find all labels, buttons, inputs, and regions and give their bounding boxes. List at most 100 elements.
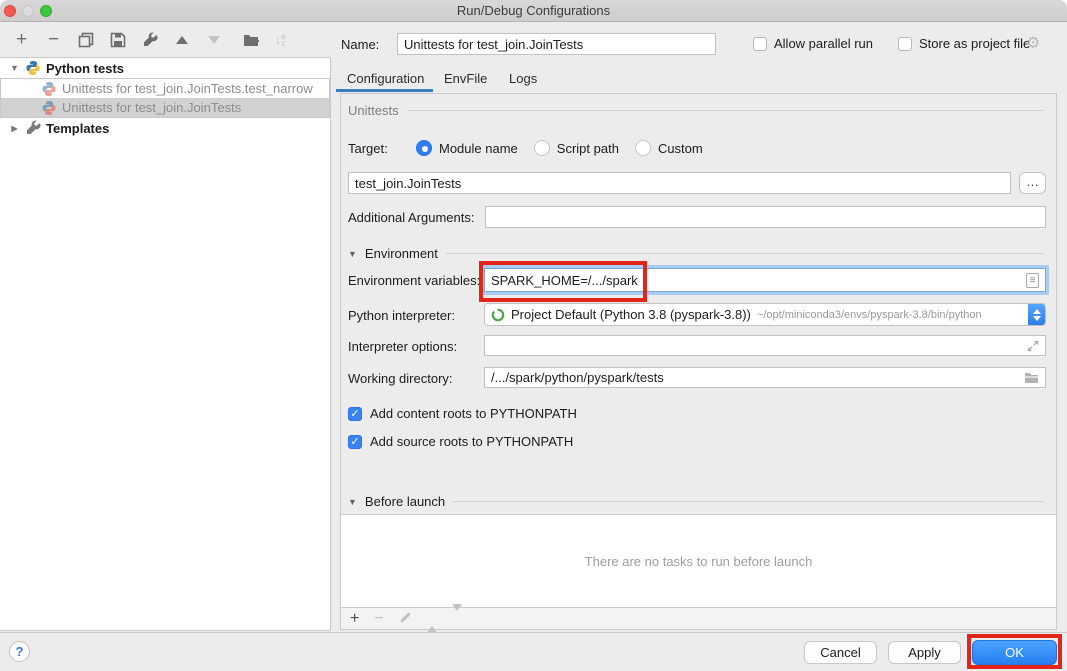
title-bar: Run/Debug Configurations [0, 0, 1067, 22]
dialog-footer: ? Cancel Apply OK [0, 632, 1067, 671]
conda-environment-icon [491, 308, 505, 322]
additional-arguments-label: Additional Arguments: [348, 210, 474, 225]
window-title: Run/Debug Configurations [0, 3, 1067, 18]
checkbox-unchecked[interactable] [898, 37, 912, 51]
run-debug-configurations-dialog: Run/Debug Configurations + − ↓ az ▼ Pyth… [0, 0, 1067, 671]
working-directory-input[interactable]: /.../spark/python/pyspark/tests [484, 367, 1046, 388]
radio-module-name[interactable]: Module name [416, 140, 518, 156]
tab-envfile[interactable]: EnvFile [444, 71, 487, 86]
module-name-input[interactable]: test_join.JoinTests [348, 172, 1011, 194]
copy-configuration-icon[interactable] [77, 31, 94, 48]
target-label: Target: [348, 141, 400, 156]
annotation-box-ok-button [967, 634, 1062, 669]
working-directory-value: /.../spark/python/pyspark/tests [491, 370, 664, 385]
radio-unselected-icon[interactable] [635, 140, 651, 156]
move-task-up-icon [427, 611, 437, 626]
collapse-arrow-icon[interactable]: ▼ [348, 497, 357, 507]
browse-module-button[interactable]: … [1019, 172, 1046, 194]
target-row: Target: Module name Script path Custom [348, 140, 703, 156]
browse-folder-icon[interactable] [1024, 372, 1039, 384]
checkbox-label: Add source roots to PYTHONPATH [370, 434, 573, 449]
sort-alphabetically-icon: ↓ az [275, 33, 285, 47]
interpreter-value: Project Default (Python 3.8 (pyspark-3.8… [511, 307, 751, 322]
section-title: Environment [365, 246, 438, 261]
python-interpreter-label: Python interpreter: [348, 308, 455, 323]
radio-custom[interactable]: Custom [635, 140, 703, 156]
add-configuration-icon[interactable]: + [13, 31, 30, 48]
edit-templates-wrench-icon[interactable] [141, 31, 158, 48]
tree-item-label: Templates [46, 121, 109, 136]
edit-variables-list-icon[interactable]: ≡ [1026, 273, 1039, 288]
python-interpreter-select[interactable]: Project Default (Python 3.8 (pyspark-3.8… [484, 303, 1046, 326]
tree-children-group: Unittests for test_join.JoinTests.test_n… [0, 78, 330, 118]
checkbox-checked-icon[interactable]: ✓ [348, 435, 362, 449]
name-input[interactable]: Unittests for test_join.JoinTests [397, 33, 716, 55]
cancel-button[interactable]: Cancel [804, 641, 877, 664]
before-launch-task-list: There are no tasks to run before launch [341, 514, 1056, 608]
tree-item-templates[interactable]: ▶ Templates [0, 118, 330, 138]
radio-unselected-icon[interactable] [534, 140, 550, 156]
radio-label: Module name [439, 141, 518, 156]
tree-item-label: Python tests [46, 61, 124, 76]
radio-script-path[interactable]: Script path [534, 140, 619, 156]
tree-item-label: Unittests for test_join.JoinTests.test_n… [62, 81, 313, 96]
move-task-down-icon [452, 611, 462, 626]
remove-task-icon: − [374, 611, 383, 627]
store-as-project-file-label: Store as project file [919, 36, 1030, 51]
configurations-tree: ▼ Python tests Unittests for test_join.J… [0, 57, 331, 631]
select-stepper-icon[interactable] [1028, 303, 1045, 326]
expand-field-icon[interactable] [1027, 340, 1039, 352]
expand-open-icon[interactable]: ▼ [9, 63, 20, 73]
checkbox-label: Add content roots to PYTHONPATH [370, 406, 577, 421]
configurations-toolbar: + − ↓ az [0, 22, 330, 57]
expand-collapsed-icon[interactable]: ▶ [9, 124, 20, 133]
tree-item-label: Unittests for test_join.JoinTests [62, 100, 241, 115]
unittests-section-header: Unittests [348, 103, 1044, 118]
new-folder-icon[interactable] [243, 31, 260, 48]
selected-tab-underline [336, 89, 433, 92]
wrench-icon [25, 120, 41, 136]
tree-item-jointests-selected[interactable]: Unittests for test_join.JoinTests [1, 98, 329, 117]
gear-icon[interactable]: ⚙ [1026, 33, 1040, 53]
empty-tasks-text: There are no tasks to run before launch [585, 554, 813, 569]
radio-selected-icon[interactable] [416, 140, 432, 156]
add-task-icon[interactable]: + [350, 611, 359, 627]
remove-configuration-icon[interactable]: − [45, 31, 62, 48]
tab-configuration[interactable]: Configuration [347, 71, 424, 86]
tree-item-test-narrow[interactable]: Unittests for test_join.JoinTests.test_n… [1, 79, 329, 98]
environment-section-header: ▼ Environment [348, 246, 1044, 261]
add-content-roots-checkbox[interactable]: ✓ Add content roots to PYTHONPATH [348, 406, 577, 421]
python-icon [25, 60, 41, 76]
checkbox-checked-icon[interactable]: ✓ [348, 407, 362, 421]
radio-label: Custom [658, 141, 703, 156]
apply-button[interactable]: Apply [888, 641, 961, 664]
additional-arguments-input[interactable] [485, 206, 1046, 228]
working-directory-label: Working directory: [348, 371, 453, 386]
tab-logs[interactable]: Logs [509, 71, 537, 86]
configuration-panel: Unittests Target: Module name Script pat… [340, 93, 1057, 630]
before-launch-section-header: ▼ Before launch [348, 494, 1044, 509]
python-test-icon [41, 100, 57, 116]
interpreter-options-input[interactable] [484, 335, 1046, 356]
edit-task-icon [399, 611, 412, 626]
move-down-icon [205, 31, 222, 48]
help-button[interactable]: ? [9, 641, 30, 662]
name-label: Name: [341, 37, 379, 52]
allow-parallel-run-checkbox[interactable]: Allow parallel run [753, 36, 873, 51]
section-title: Unittests [348, 103, 399, 118]
collapse-arrow-icon[interactable]: ▼ [348, 249, 357, 259]
allow-parallel-run-label: Allow parallel run [774, 36, 873, 51]
radio-label: Script path [557, 141, 619, 156]
ellipsis-icon: … [1026, 174, 1039, 189]
store-as-project-file-checkbox[interactable]: Store as project file [898, 36, 1030, 51]
save-configuration-icon[interactable] [109, 31, 126, 48]
interpreter-path: ~/opt/miniconda3/envs/pyspark-3.8/bin/py… [757, 309, 982, 321]
python-test-icon [41, 81, 57, 97]
task-list-toolbar: + − [341, 608, 1056, 630]
section-title: Before launch [365, 494, 445, 509]
move-up-icon[interactable] [173, 31, 190, 48]
add-source-roots-checkbox[interactable]: ✓ Add source roots to PYTHONPATH [348, 434, 573, 449]
tree-item-python-tests[interactable]: ▼ Python tests [0, 58, 330, 78]
interpreter-options-label: Interpreter options: [348, 339, 457, 354]
checkbox-unchecked[interactable] [753, 37, 767, 51]
